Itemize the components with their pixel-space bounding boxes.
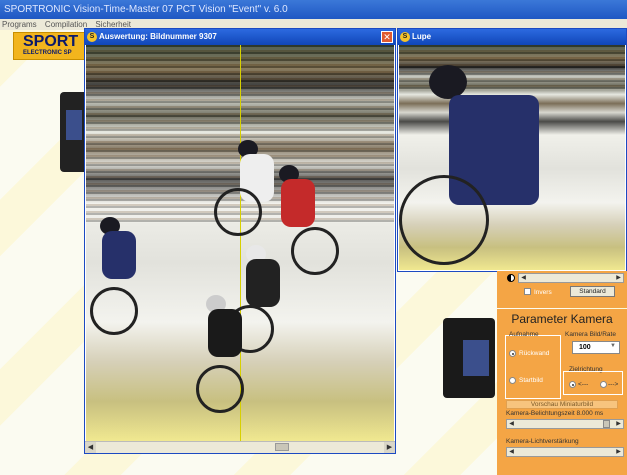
invers-label: Invers (534, 289, 552, 296)
camera-monitor-image-2 (443, 318, 495, 398)
aufnahme-label: Aufnahme (509, 331, 539, 338)
bildrate-label: Kamera Bild/Rate (565, 331, 616, 338)
sportronic-logo: SPORT ELECTRONIC SP (13, 32, 95, 60)
auswertung-window: S Auswertung: Bildnummer 9307 ✕ ◀ ▶ (84, 28, 396, 454)
dir-left-label: <--- (578, 381, 589, 388)
parameter-kamera-panel: Parameter Kamera Aufnahme Rückwand Start… (497, 309, 627, 475)
lupe-title-bar[interactable]: S Lupe (398, 29, 626, 45)
dir-right-label: ---> (608, 381, 619, 388)
slider-left-icon[interactable]: ◀ (507, 420, 516, 428)
belichtung-label: Kamera-Belichtungszeit 8.000 ms (506, 410, 604, 417)
scroll-right-icon[interactable]: ▶ (384, 442, 395, 453)
standard-button[interactable]: Standard (570, 286, 615, 297)
slider-right-icon[interactable]: ▶ (614, 448, 623, 456)
startbild-label: Startbild (519, 377, 543, 384)
vorschau-button[interactable]: Vorschau Miniaturbild (506, 400, 618, 409)
licht-slider[interactable]: ◀ ▶ (506, 447, 624, 457)
dir-left-radio[interactable] (569, 381, 576, 388)
slider-thumb[interactable] (603, 420, 610, 428)
licht-label: Kamera-Lichtverstärkung (506, 438, 579, 445)
horizontal-scrollbar[interactable]: ◀ ▶ (85, 441, 395, 453)
rueckwand-label: Rückwand (519, 350, 550, 357)
invers-checkbox[interactable] (524, 288, 531, 295)
lupe-window: S Lupe (397, 28, 627, 272)
scroll-left-icon[interactable]: ◀ (85, 442, 96, 453)
logo-subtitle: ELECTRONIC SP (23, 50, 72, 56)
dropdown-arrow-icon[interactable]: ▼ (610, 343, 616, 349)
zoom-photo[interactable] (399, 45, 625, 270)
finish-photo[interactable] (86, 45, 394, 441)
scroll-thumb[interactable] (275, 443, 289, 451)
belichtung-slider[interactable]: ◀ ▶ (506, 419, 624, 429)
sportronic-s-icon: S (400, 32, 410, 42)
sportronic-s-icon: S (87, 32, 97, 42)
contrast-icon (507, 274, 515, 282)
slider-left-icon[interactable]: ◀ (507, 448, 516, 456)
menu-item-compilation[interactable]: Compilation (45, 20, 87, 29)
menu-item-programs[interactable]: Programs (2, 20, 37, 29)
slider-left-icon[interactable]: ◀ (519, 274, 528, 282)
brightness-slider[interactable]: ◀ ▶ (518, 273, 624, 283)
dir-right-radio[interactable] (600, 381, 607, 388)
aufnahme-group (505, 335, 561, 399)
app-title: SPORTRONIC Vision-Time-Master 07 PCT Vis… (4, 4, 288, 15)
display-controls-panel: ◀ ▶ Invers Standard (497, 271, 627, 308)
close-button[interactable]: ✕ (381, 31, 393, 43)
auswertung-title-bar[interactable]: S Auswertung: Bildnummer 9307 ✕ (85, 29, 395, 45)
startbild-radio[interactable] (509, 377, 516, 384)
app-title-bar: SPORTRONIC Vision-Time-Master 07 PCT Vis… (0, 0, 627, 19)
slider-right-icon[interactable]: ▶ (614, 420, 623, 428)
slider-right-icon[interactable]: ▶ (614, 274, 623, 282)
lupe-title: Lupe (412, 32, 432, 41)
panel-title: Parameter Kamera (511, 312, 613, 326)
auswertung-title: Auswertung: Bildnummer 9307 (99, 32, 217, 41)
logo-brand: SPORT (23, 33, 79, 50)
rueckwand-radio[interactable] (509, 350, 516, 357)
